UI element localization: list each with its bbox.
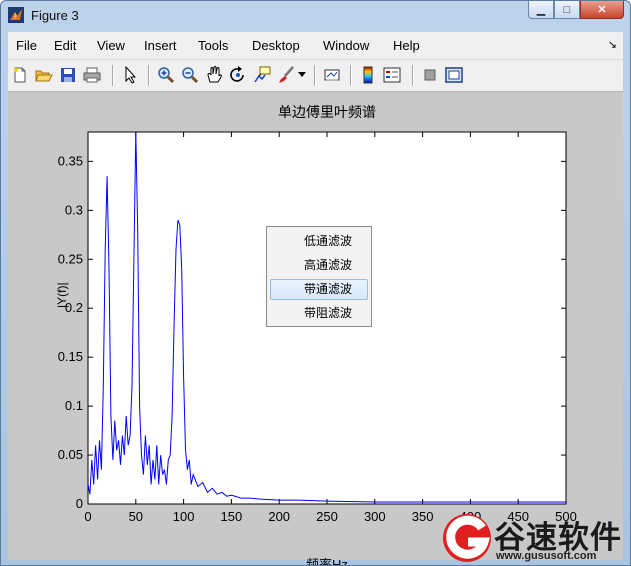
zoom-in-icon[interactable] [156,65,176,85]
menu-help[interactable]: Help [393,38,420,53]
popup-item-highpass[interactable]: 高通滤波 [270,255,368,276]
x-tick-label-2: 100 [173,509,195,524]
pan-hand-icon[interactable] [204,65,224,85]
popup-item-bandstop[interactable]: 带阻滤波 [270,303,368,324]
y-tick-label-5: 0.25 [58,251,83,266]
toolbar [8,60,623,92]
save-icon[interactable] [58,65,78,85]
new-file-icon[interactable] [10,65,30,85]
popup-item-bandpass[interactable]: 带通滤波 [270,279,368,300]
watermark: 谷速软件 www.gususoft.com [438,508,630,565]
y-tick-label-7: 0.35 [58,153,83,168]
maximize-icon: □ [563,3,571,16]
brush-dropdown-icon[interactable] [296,65,308,85]
zoom-out-icon[interactable] [180,65,200,85]
x-tick-label-4: 200 [268,509,290,524]
y-tick-label-3: 0.15 [58,349,83,364]
y-tick-label-1: 0.05 [58,447,83,462]
close-icon: ✕ [597,4,607,16]
rotate-3d-icon[interactable] [228,65,248,85]
x-tick-label-3: 150 [221,509,243,524]
show-plot-tools-icon[interactable] [444,65,464,85]
menu-view[interactable]: View [97,38,125,53]
menu-edit[interactable]: Edit [54,38,76,53]
y-tick-label-2: 0.1 [65,398,83,413]
print-icon[interactable] [82,65,102,85]
legend-icon[interactable] [382,65,402,85]
link-plot-icon[interactable] [322,65,342,85]
watermark-url: www.gususoft.com [496,550,597,562]
maximize-button[interactable]: □ [554,1,580,19]
x-tick-label-1: 50 [129,509,143,524]
x-tick-label-7: 350 [412,509,434,524]
popup-item-lowpass[interactable]: 低通滤波 [270,231,368,252]
x-tick-label-6: 300 [364,509,386,524]
hide-plot-tools-icon[interactable] [420,65,440,85]
gususoft-logo-icon [443,514,491,562]
y-axis-label: |Y(f)| [55,282,69,308]
minimize-icon: ▁ [536,4,546,16]
minimize-button[interactable]: ▁ [528,1,554,19]
close-button[interactable]: ✕ [580,1,624,19]
x-tick-label-5: 250 [316,509,338,524]
title-bar[interactable]: Figure 3 ▁ □ ✕ [1,1,630,31]
open-folder-icon[interactable] [34,65,54,85]
menu-file[interactable]: File [16,38,37,53]
dock-arrow-icon[interactable]: ↘ [608,38,617,51]
menu-bar: File Edit View Insert Tools Desktop Wind… [8,32,623,60]
menu-window[interactable]: Window [323,38,369,53]
window-title: Figure 3 [31,8,79,23]
menu-insert[interactable]: Insert [144,38,177,53]
pointer-icon[interactable] [120,65,140,85]
filter-popup-menu[interactable]: 低通滤波 高通滤波 带通滤波 带阻滤波 [266,226,372,327]
data-cursor-icon[interactable] [252,65,272,85]
brush-icon[interactable] [276,65,296,85]
x-tick-label-0: 0 [84,509,91,524]
menu-tools[interactable]: Tools [198,38,228,53]
matlab-icon [8,7,24,23]
y-tick-label-0: 0 [76,496,83,511]
y-tick-label-6: 0.3 [65,202,83,217]
menu-desktop[interactable]: Desktop [252,38,300,53]
colorbar-icon[interactable] [358,65,378,85]
